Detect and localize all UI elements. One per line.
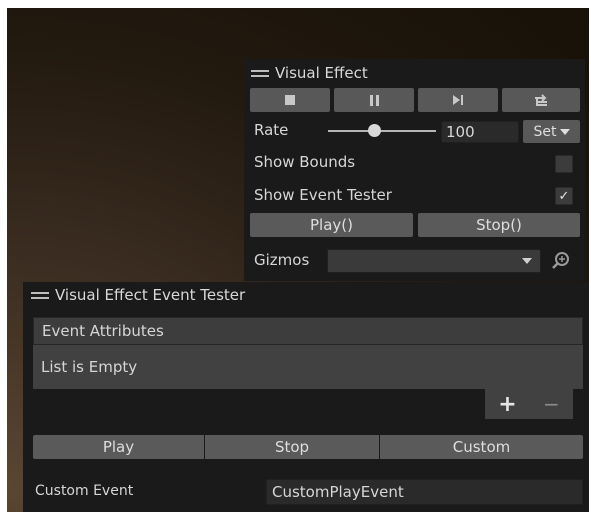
event-attributes-title: Event Attributes: [42, 322, 164, 340]
rate-slider-thumb[interactable]: [368, 124, 381, 137]
stop-icon: [285, 95, 295, 105]
step-forward-button[interactable]: [418, 88, 498, 112]
event-custom-label: Custom: [452, 438, 511, 456]
drag-handle-icon[interactable]: [31, 291, 49, 299]
event-play-button[interactable]: Play: [33, 435, 204, 459]
list-empty-text: List is Empty: [41, 358, 138, 376]
event-stop-button[interactable]: Stop: [205, 435, 379, 459]
restart-button[interactable]: [502, 88, 580, 112]
remove-attribute-button[interactable]: −: [543, 392, 560, 416]
event-attributes-header: Event Attributes: [33, 317, 583, 345]
checkmark-icon: ✓: [558, 188, 570, 204]
event-attributes-list: List is Empty: [33, 345, 583, 389]
rate-slider-track: [328, 130, 436, 132]
pause-button[interactable]: [334, 88, 414, 112]
rate-label: Rate: [254, 121, 289, 139]
zoom-icon[interactable]: [550, 250, 572, 272]
show-event-tester-checkbox[interactable]: ✓: [555, 187, 573, 205]
rate-slider[interactable]: [328, 123, 436, 139]
rate-value-field[interactable]: 100: [441, 121, 519, 143]
show-bounds-checkbox[interactable]: [555, 155, 573, 173]
restart-icon: [535, 94, 547, 106]
visual-effect-header[interactable]: Visual Effect: [251, 64, 368, 82]
event-stop-label: Stop: [274, 438, 310, 456]
set-rate-dropdown[interactable]: Set: [523, 120, 580, 143]
rate-value: 100: [446, 123, 475, 141]
show-bounds-label: Show Bounds: [254, 153, 356, 171]
add-attribute-button[interactable]: +: [498, 392, 516, 417]
gizmos-dropdown[interactable]: [327, 249, 541, 273]
play-function-button[interactable]: Play(): [250, 213, 413, 237]
custom-event-value: CustomPlayEvent: [272, 483, 404, 501]
step-forward-icon: [453, 95, 463, 105]
custom-event-field[interactable]: CustomPlayEvent: [266, 479, 583, 505]
dropdown-arrow-icon: [559, 128, 570, 135]
pause-icon: [369, 94, 379, 106]
stop-function-button[interactable]: Stop(): [418, 213, 580, 237]
set-label: Set: [533, 123, 557, 140]
stop-function-label: Stop(): [476, 216, 522, 234]
visual-effect-title: Visual Effect: [275, 64, 368, 82]
event-custom-button[interactable]: Custom: [380, 435, 583, 459]
visual-effect-panel: Visual Effect Rate 100 Set Show Bounds S…: [244, 59, 585, 281]
custom-event-label: Custom Event: [35, 483, 134, 499]
event-play-label: Play: [102, 438, 135, 456]
event-tester-panel: Visual Effect Event Tester Event Attribu…: [23, 282, 589, 512]
gizmos-label: Gizmos: [254, 251, 310, 269]
event-tester-header[interactable]: Visual Effect Event Tester: [31, 286, 245, 304]
show-event-tester-label: Show Event Tester: [254, 186, 392, 204]
drag-handle-icon[interactable]: [251, 69, 269, 77]
gizmos-dropdown-arrow-icon: [522, 258, 532, 264]
play-function-label: Play(): [310, 216, 353, 234]
event-tester-title: Visual Effect Event Tester: [55, 286, 246, 304]
list-footer: + −: [485, 389, 573, 419]
stop-playback-button[interactable]: [250, 88, 330, 112]
